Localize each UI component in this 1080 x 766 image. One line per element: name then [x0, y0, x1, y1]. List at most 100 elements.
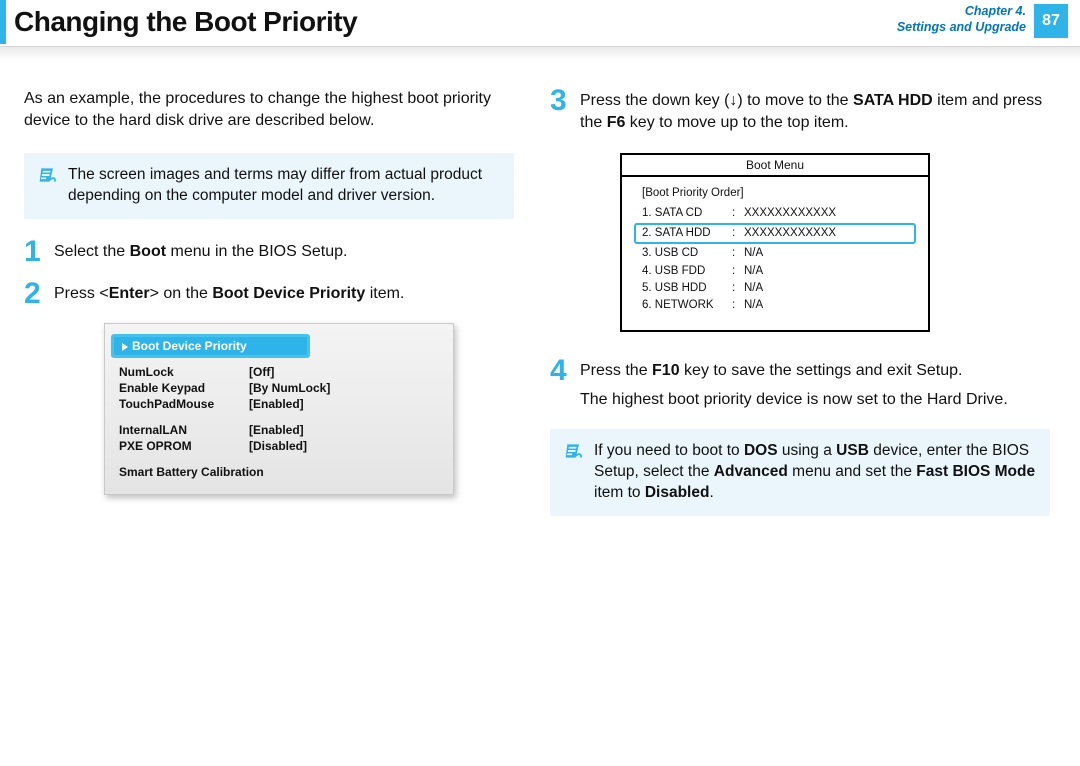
boot-item-detail: N/A — [744, 280, 763, 297]
page-number: 87 — [1034, 4, 1068, 38]
note2-b5: Disabled — [645, 484, 710, 501]
step-3-number: 3 — [550, 86, 580, 135]
boot-item-detail: N/A — [744, 245, 763, 262]
boot-row: 6. NETWORK:N/A — [636, 297, 914, 314]
note2-b3: Advanced — [714, 463, 788, 480]
step-3: 3 Press the down key (↓) to move to the … — [550, 88, 1050, 135]
boot-menu-title: Boot Menu — [622, 155, 928, 177]
step-3-post: key to move up to the top item. — [625, 114, 848, 131]
boot-item-name: 5. USB HDD — [642, 280, 732, 297]
step-4-line2: The highest boot priority device is now … — [580, 391, 1008, 408]
step-4-bold1: F10 — [652, 362, 680, 379]
bios-row: Smart Battery Calibration — [105, 464, 453, 480]
step-2-bold1: Enter — [109, 285, 150, 302]
header-accent — [0, 0, 6, 44]
bios-setup-panel: Boot Device Priority NumLock[Off] Enable… — [104, 323, 454, 495]
note2-b1: DOS — [744, 442, 778, 459]
bios-key: TouchPadMouse — [119, 397, 249, 411]
step-4-number: 4 — [550, 356, 580, 411]
bios-highlight-item: Boot Device Priority — [114, 337, 307, 355]
content-columns: As an example, the procedures to change … — [0, 80, 1080, 536]
bios-row: TouchPadMouse[Enabled] — [105, 396, 453, 412]
boot-item-name: 3. USB CD — [642, 245, 732, 262]
note2-mid1: using a — [778, 442, 837, 459]
note2-pre: If you need to boot to — [594, 442, 744, 459]
boot-menu-body: [Boot Priority Order] 1. SATA CD:XXXXXXX… — [622, 177, 928, 331]
note-icon — [38, 165, 58, 185]
step-2-bold2: Boot Device Priority — [212, 285, 365, 302]
bios-highlight-box: Boot Device Priority — [111, 334, 310, 358]
step-2-pre: Press < — [54, 285, 109, 302]
step-4-pre: Press the — [580, 362, 652, 379]
bios-row: Enable Keypad[By NumLock] — [105, 380, 453, 396]
bios-row: PXE OPROM[Disabled] — [105, 438, 453, 454]
step-2-number: 2 — [24, 279, 54, 309]
page-title: Changing the Boot Priority — [14, 6, 357, 38]
boot-row: 3. USB CD:N/A — [636, 245, 914, 262]
left-column: As an example, the procedures to change … — [0, 80, 540, 536]
bios-row: NumLock[Off] — [105, 364, 453, 380]
triangle-icon — [122, 343, 128, 351]
step-4: 4 Press the F10 key to save the settings… — [550, 358, 1050, 411]
note-icon — [564, 441, 584, 461]
boot-section-label: [Boot Priority Order] — [636, 187, 914, 199]
boot-item-name: 4. USB FDD — [642, 263, 732, 280]
bios-footer: Smart Battery Calibration — [119, 465, 264, 479]
boot-colon: : — [732, 225, 744, 242]
chapter-line1: Chapter 4. — [897, 4, 1026, 20]
bios-key: InternalLAN — [119, 423, 249, 437]
step-2-mid: > on the — [150, 285, 213, 302]
bios-val: [Disabled] — [249, 439, 307, 453]
chapter-label: Chapter 4. Settings and Upgrade — [897, 4, 1026, 35]
boot-item-name: 6. NETWORK — [642, 297, 732, 314]
boot-item-detail: N/A — [744, 263, 763, 280]
boot-colon: : — [732, 245, 744, 262]
step-4-body: Press the F10 key to save the settings a… — [580, 358, 1008, 411]
boot-item-detail: XXXXXXXXXXXX — [744, 225, 836, 242]
boot-item-detail: XXXXXXXXXXXX — [744, 205, 836, 222]
note2-mid4: item to — [594, 484, 645, 501]
bios-key: Enable Keypad — [119, 381, 249, 395]
bios-val: [Enabled] — [249, 397, 304, 411]
intro-text: As an example, the procedures to change … — [24, 88, 514, 131]
step-2-post: item. — [365, 285, 404, 302]
note2-b2: USB — [836, 442, 869, 459]
note2-b4: Fast BIOS Mode — [916, 463, 1035, 480]
bios-highlight-label: Boot Device Priority — [132, 339, 247, 353]
note-text-1: The screen images and terms may differ f… — [68, 166, 482, 204]
boot-colon: : — [732, 280, 744, 297]
bios-row: InternalLAN[Enabled] — [105, 422, 453, 438]
step-3-bold1: SATA HDD — [853, 92, 933, 109]
boot-item-detail: N/A — [744, 297, 763, 314]
boot-colon: : — [732, 297, 744, 314]
step-1-pre: Select the — [54, 243, 130, 260]
step-1-post: menu in the BIOS Setup. — [166, 243, 347, 260]
boot-row: 4. USB FDD:N/A — [636, 263, 914, 280]
boot-row: 1. SATA CD:XXXXXXXXXXXX — [636, 205, 914, 222]
chapter-line2: Settings and Upgrade — [897, 20, 1026, 36]
note2-mid3: menu and set the — [788, 463, 916, 480]
right-column: 3 Press the down key (↓) to move to the … — [540, 80, 1080, 536]
bios-key: NumLock — [119, 365, 249, 379]
boot-item-name: 2. SATA HDD — [642, 225, 732, 242]
step-1-bold: Boot — [130, 243, 166, 260]
bios-val: [Enabled] — [249, 423, 304, 437]
step-1: 1 Select the Boot menu in the BIOS Setup… — [24, 239, 514, 267]
step-3-body: Press the down key (↓) to move to the SA… — [580, 88, 1050, 135]
boot-colon: : — [732, 205, 744, 222]
boot-colon: : — [732, 263, 744, 280]
boot-row: 5. USB HDD:N/A — [636, 280, 914, 297]
boot-item-name: 1. SATA CD — [642, 205, 732, 222]
step-1-number: 1 — [24, 237, 54, 267]
header-divider — [0, 46, 1080, 60]
boot-menu-panel: Boot Menu [Boot Priority Order] 1. SATA … — [620, 153, 930, 333]
step-4-mid: key to save the settings and exit Setup. — [680, 362, 963, 379]
bios-key: PXE OPROM — [119, 439, 249, 453]
bios-val: [Off] — [249, 365, 274, 379]
note2-post: . — [709, 484, 713, 501]
step-1-body: Select the Boot menu in the BIOS Setup. — [54, 239, 347, 267]
step-3-bold2: F6 — [607, 114, 626, 131]
step-2: 2 Press <Enter> on the Boot Device Prior… — [24, 281, 514, 309]
info-note-2: If you need to boot to DOS using a USB d… — [550, 429, 1050, 516]
step-2-body: Press <Enter> on the Boot Device Priorit… — [54, 281, 404, 309]
